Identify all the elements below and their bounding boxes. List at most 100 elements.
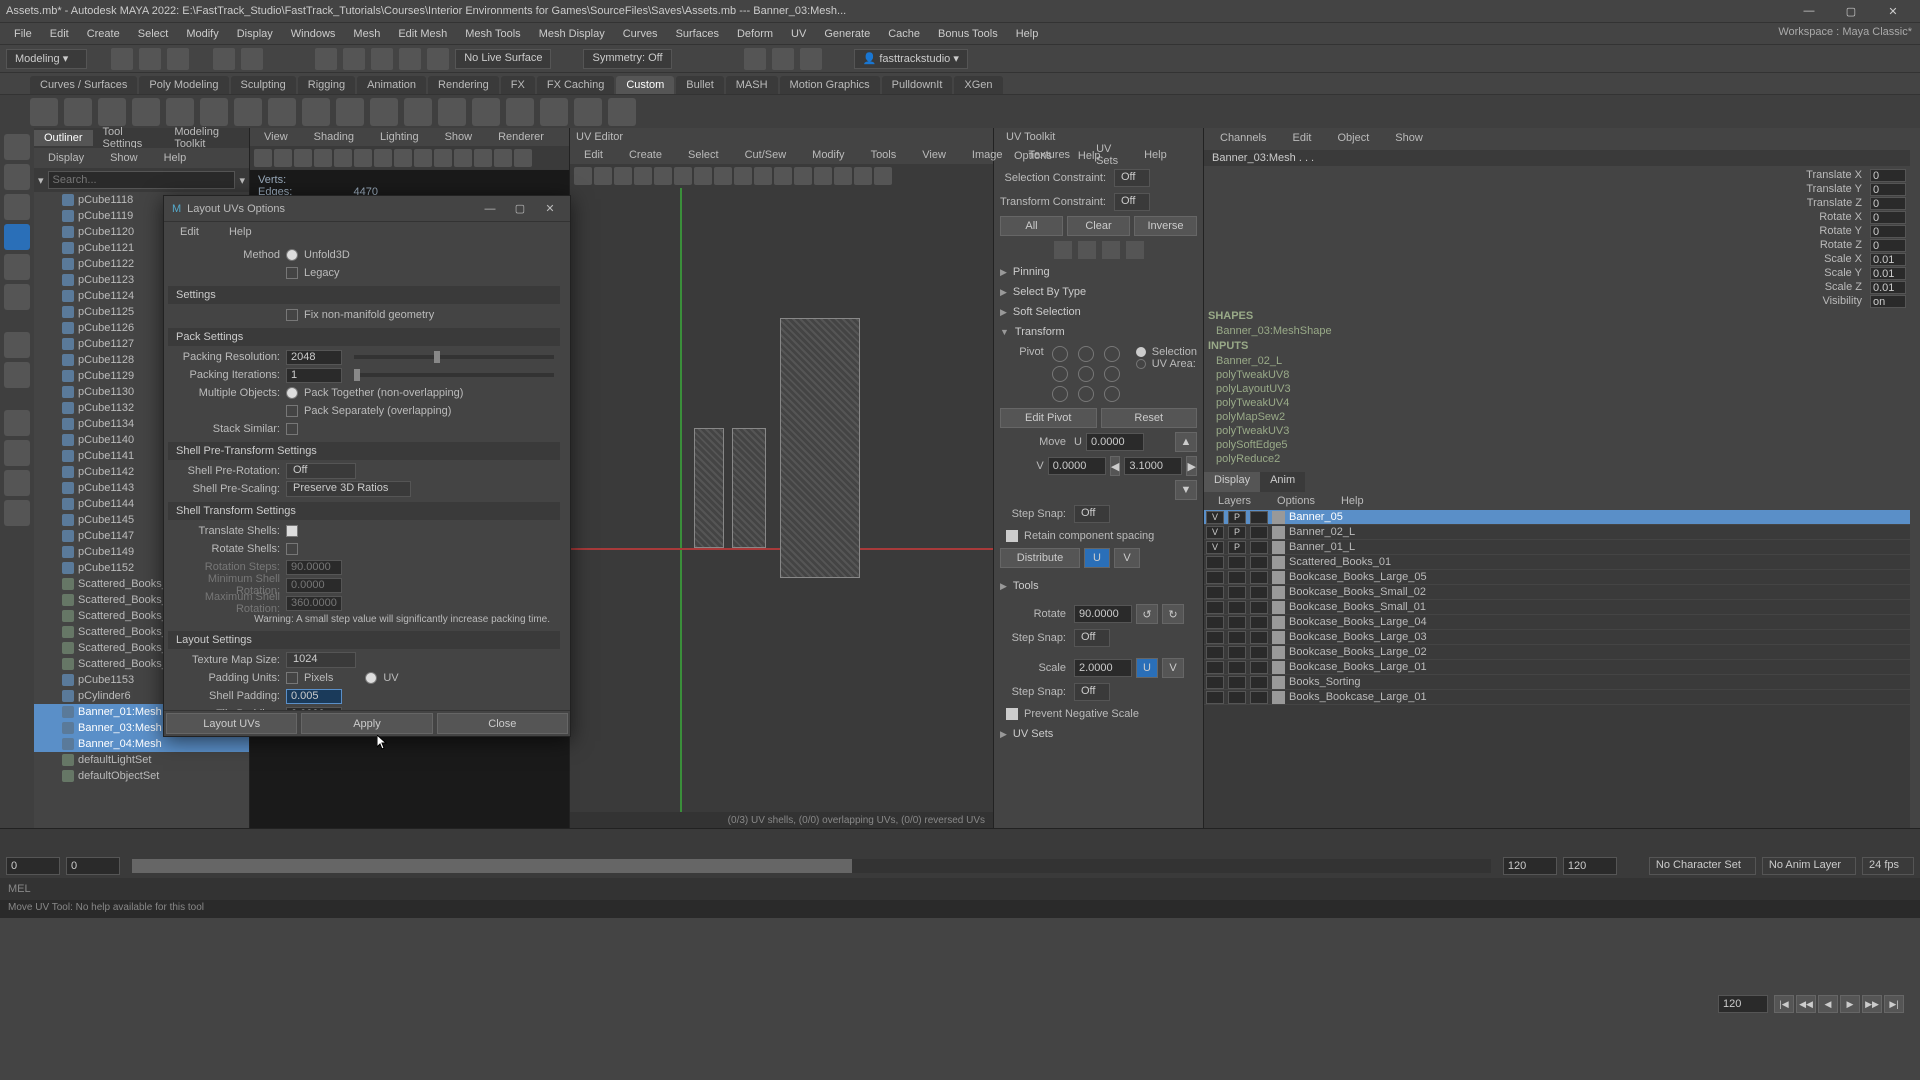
chan-menu-object[interactable]: Object	[1329, 130, 1377, 146]
panel-tab-outliner[interactable]: Outliner	[34, 130, 93, 146]
stack-similar-check[interactable]	[286, 423, 298, 435]
dialog-close[interactable]: ✕	[538, 199, 562, 219]
edit-pivot-button[interactable]: Edit Pivot	[1000, 408, 1097, 428]
display-layers-tab[interactable]: Display	[1204, 472, 1260, 492]
uv-menu-create[interactable]: Create	[621, 147, 670, 163]
menu-mesh-display[interactable]: Mesh Display	[531, 26, 613, 42]
convert-icon[interactable]	[1126, 241, 1144, 259]
channel-attr-row[interactable]: Rotate Y0	[1204, 224, 1910, 238]
distribute-v-button[interactable]: V	[1114, 548, 1140, 568]
layer-row[interactable]: VPBanner_05	[1204, 510, 1910, 525]
pad-uv-radio[interactable]	[365, 672, 377, 684]
channel-attr-row[interactable]: Scale Z0.01	[1204, 280, 1910, 294]
layer-row[interactable]: Bookcase_Books_Large_01	[1204, 660, 1910, 675]
input-node[interactable]: Banner_02_L	[1204, 354, 1910, 368]
shelf-tab-sculpting[interactable]: Sculpting	[231, 76, 296, 94]
vp-tool-icon[interactable]	[254, 149, 272, 167]
pad-pixels-radio[interactable]	[286, 672, 298, 684]
layer-list[interactable]: VPBanner_05VPBanner_02_LVPBanner_01_LSca…	[1204, 510, 1910, 828]
uv-menu-tools[interactable]: Tools	[863, 147, 905, 163]
vp-tool-icon[interactable]	[514, 149, 532, 167]
dialog-titlebar[interactable]: M Layout UVs Options — ▢ ✕	[164, 196, 570, 222]
scale-input[interactable]	[1074, 659, 1132, 677]
uv-menu-view[interactable]: View	[914, 147, 954, 163]
layer-row[interactable]: Books_Bookcase_Large_01	[1204, 690, 1910, 705]
menu-mesh-tools[interactable]: Mesh Tools	[457, 26, 528, 42]
uv-tool-icon[interactable]	[594, 167, 612, 185]
dlg-menu-help[interactable]: Help	[221, 224, 260, 240]
undo-icon[interactable]	[213, 48, 235, 70]
outliner-item[interactable]: defaultObjectSet	[34, 768, 249, 784]
shelf-tool-icon[interactable]	[98, 98, 126, 126]
shell-padding-input[interactable]	[286, 689, 342, 704]
channel-attr-row[interactable]: Scale Y0.01	[1204, 266, 1910, 280]
uv-tool-icon[interactable]	[654, 167, 672, 185]
panel-layout-1-icon[interactable]	[4, 410, 30, 436]
shelf-tool-icon[interactable]	[574, 98, 602, 126]
uv-menu-edit[interactable]: Edit	[576, 147, 611, 163]
shelf-tool-icon[interactable]	[234, 98, 262, 126]
dlg-menu-edit[interactable]: Edit	[172, 224, 207, 240]
section-soft-selection[interactable]: Soft Selection	[1000, 302, 1197, 322]
time-slider[interactable]	[0, 828, 1920, 854]
menu-file[interactable]: File	[6, 26, 40, 42]
vp-menu-shading[interactable]: Shading	[306, 129, 362, 145]
outliner-item[interactable]: Banner_04:Mesh	[34, 736, 249, 752]
playback-icon[interactable]	[744, 48, 766, 70]
shape-node[interactable]: Banner_03:MeshShape	[1204, 324, 1910, 338]
layer-color-swatch[interactable]	[1272, 586, 1285, 599]
live-surface-drop[interactable]: No Live Surface	[455, 49, 551, 69]
uv-shell[interactable]	[694, 428, 724, 548]
range-end-input[interactable]	[1563, 857, 1617, 875]
vp-tool-icon[interactable]	[334, 149, 352, 167]
move-left-button[interactable]: ◀	[1110, 456, 1121, 476]
menu-mesh[interactable]: Mesh	[345, 26, 388, 42]
vp-tool-icon[interactable]	[494, 149, 512, 167]
uv-tool-icon[interactable]	[754, 167, 772, 185]
menu-edit[interactable]: Edit	[42, 26, 77, 42]
lay-menu-options[interactable]: Options	[1269, 493, 1323, 509]
layer-row[interactable]: Bookcase_Books_Large_04	[1204, 615, 1910, 630]
menu-surfaces[interactable]: Surfaces	[668, 26, 727, 42]
lay-menu-help[interactable]: Help	[1333, 493, 1372, 509]
shelf-tab-mash[interactable]: MASH	[726, 76, 778, 94]
menu-curves[interactable]: Curves	[615, 26, 666, 42]
rotate-shells-check[interactable]	[286, 543, 298, 555]
range-in-input[interactable]	[66, 857, 120, 875]
uv-tool-icon[interactable]	[794, 167, 812, 185]
chan-menu-channels[interactable]: Channels	[1212, 130, 1274, 146]
shelf-tab-fx[interactable]: FX	[501, 76, 535, 94]
input-node[interactable]: polyMapSew2	[1204, 410, 1910, 424]
search-clear-icon[interactable]: ▾	[239, 174, 245, 187]
shelf-tool-icon[interactable]	[438, 98, 466, 126]
shelf-tab-rendering[interactable]: Rendering	[428, 76, 499, 94]
window-minimize[interactable]: —	[1788, 0, 1830, 22]
vp-menu-view[interactable]: View	[256, 129, 296, 145]
current-frame-input[interactable]	[1718, 995, 1768, 1013]
section-pack[interactable]: Pack Settings	[168, 328, 560, 346]
shelf-tab-custom[interactable]: Custom	[616, 76, 674, 94]
move-right-button[interactable]: ▶	[1186, 456, 1197, 476]
prevent-neg-check[interactable]	[1006, 708, 1018, 720]
play-back-button[interactable]: ◀	[1818, 995, 1838, 1013]
input-node[interactable]: polyReduce2	[1204, 452, 1910, 466]
trans-constraint-drop[interactable]: Off	[1114, 193, 1150, 211]
shelf-tool-icon[interactable]	[166, 98, 194, 126]
vp-tool-icon[interactable]	[274, 149, 292, 167]
move-down-button[interactable]: ▼	[1175, 480, 1197, 500]
layer-color-swatch[interactable]	[1272, 631, 1285, 644]
input-node[interactable]: polyTweakUV8	[1204, 368, 1910, 382]
pre-rotation-drop[interactable]: Off	[286, 463, 356, 479]
reset-pivot-button[interactable]: Reset	[1101, 408, 1198, 428]
snap-live-icon[interactable]	[427, 48, 449, 70]
pack-res-input[interactable]	[286, 350, 342, 365]
shelf-tool-icon[interactable]	[404, 98, 432, 126]
move-u-input[interactable]	[1086, 433, 1144, 451]
playback-icon[interactable]	[800, 48, 822, 70]
go-end-button[interactable]: ▶|	[1884, 995, 1904, 1013]
uv-tool-icon[interactable]	[854, 167, 872, 185]
layer-color-swatch[interactable]	[1272, 511, 1285, 524]
outliner-menu-help[interactable]: Help	[156, 150, 195, 166]
scale-v-button[interactable]: V	[1162, 658, 1184, 678]
sel-constraint-drop[interactable]: Off	[1114, 169, 1150, 187]
